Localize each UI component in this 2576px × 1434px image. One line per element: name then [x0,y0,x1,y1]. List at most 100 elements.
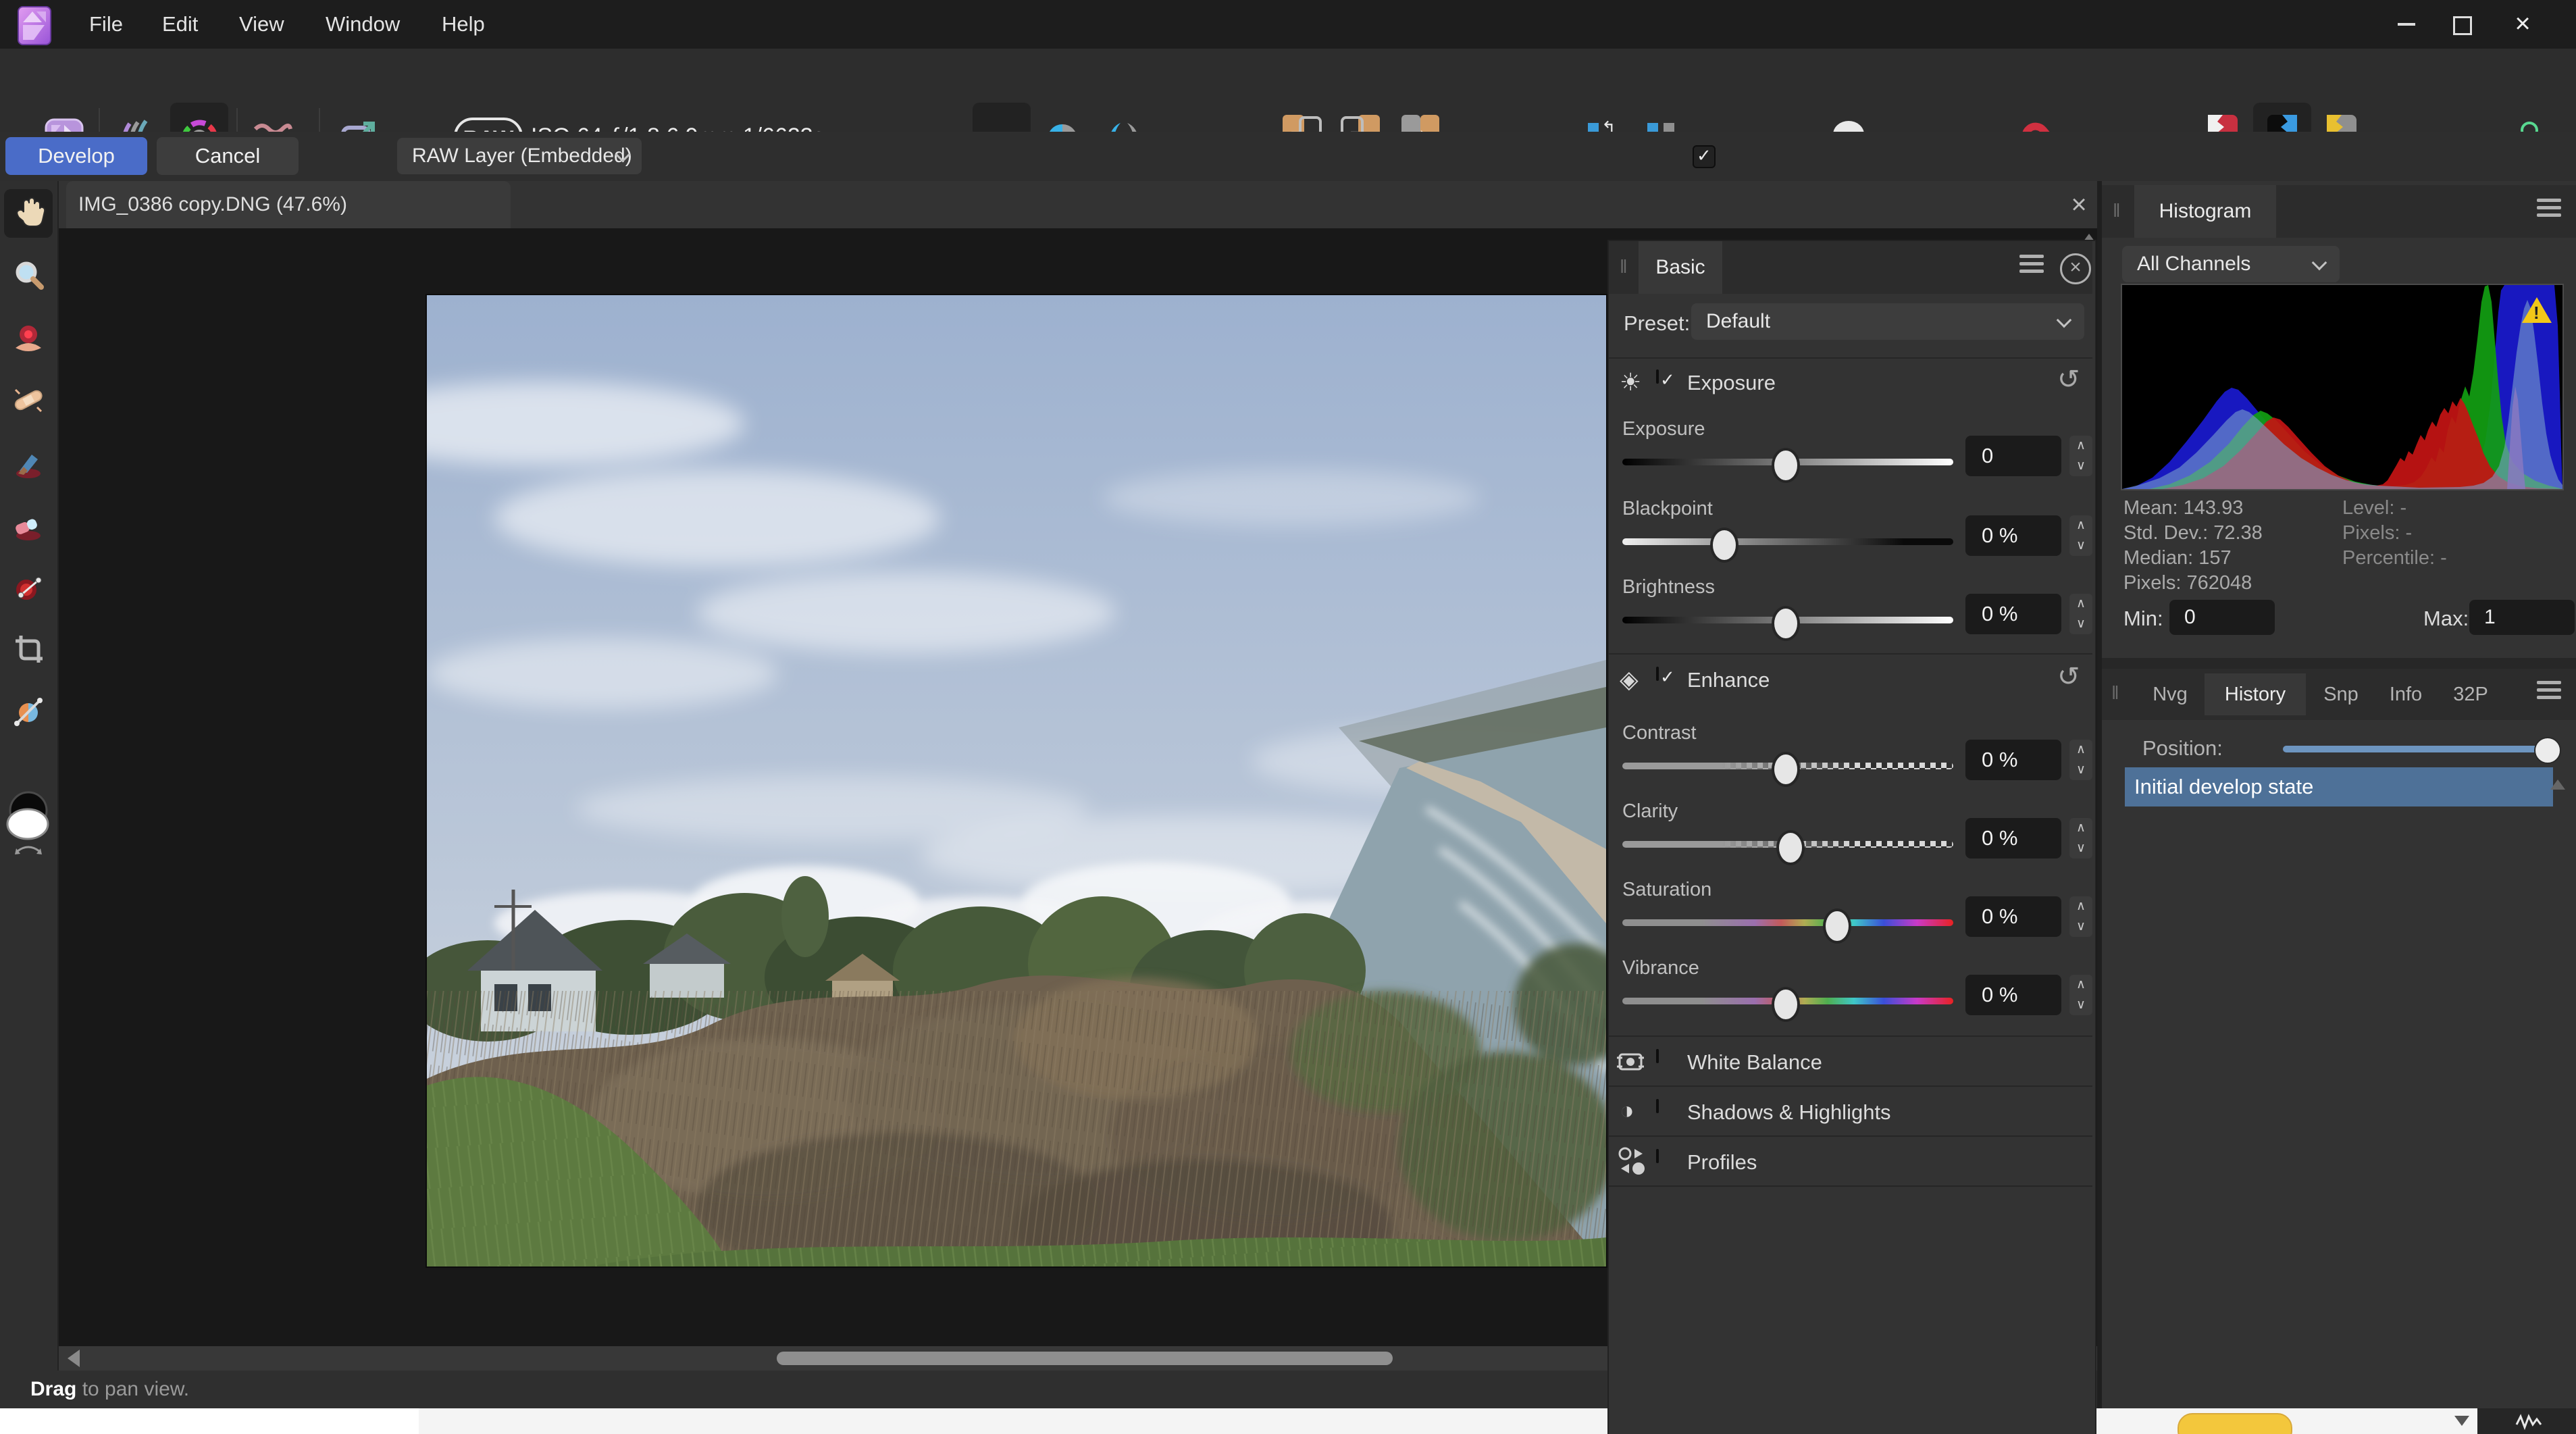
histogram-menu-icon[interactable] [2537,195,2561,221]
history-panel-header: ‖ Nvg History Snp Info 32P [2102,669,2576,720]
minimize-button[interactable] [2384,12,2431,36]
white-balance-section: White Balance [1609,1038,2092,1084]
main-toolbar: RAW ISO 64 ƒ/1.8 6.9mm 1/6623s ↻ ↻ [0,49,2576,133]
close-button[interactable]: × [2499,12,2546,36]
white-balance-label: White Balance [1687,1050,1822,1075]
menu-file[interactable]: File [84,0,128,49]
contrast-stepper[interactable]: ∧∨ [2069,740,2092,780]
color-swatches[interactable] [5,789,51,863]
menu-edit[interactable]: Edit [157,0,203,49]
tab-history[interactable]: History [2205,673,2306,715]
history-drag-handle[interactable]: ‖ [2111,682,2121,704]
enhance-reset-icon[interactable]: ↺ [2057,661,2080,692]
tab-basic[interactable]: Basic [1639,241,1722,294]
saturation-slider[interactable] [1622,919,1953,926]
crop-tool-icon[interactable] [4,624,53,673]
channels-dropdown[interactable]: All Channels [2122,246,2340,282]
position-slider[interactable] [2283,746,2550,752]
right-panel-column: ‖ Histogram All Channels Mean: 143.93 St… [2102,181,2576,1408]
panel-menu-icon[interactable] [2019,251,2044,277]
vibrance-stepper[interactable]: ∧∨ [2069,975,2092,1015]
exposure-reset-icon[interactable]: ↺ [2057,364,2080,395]
saturation-value[interactable]: 0 % [1965,896,2061,937]
contrast-value[interactable]: 0 % [1965,740,2061,780]
max-label: Max: [2423,607,2469,631]
profiles-section: Profiles [1609,1138,2092,1184]
red-eye-removal-tool-icon[interactable] [4,313,53,362]
menu-view[interactable]: View [234,0,290,49]
vibrance-value[interactable]: 0 % [1965,975,2061,1015]
max-input[interactable]: 1 [2469,600,2575,635]
menu-window[interactable]: Window [320,0,405,49]
tab-nvg[interactable]: Nvg [2140,673,2200,715]
maximize-button[interactable] [2438,12,2485,36]
zoom-tool-icon[interactable] [4,251,53,300]
blemish-removal-tool-icon[interactable] [4,376,53,424]
app-logo-icon [18,6,51,45]
blackpoint-value[interactable]: 0 % [1965,515,2061,556]
exposure-stepper[interactable]: ∧∨ [2069,436,2092,476]
status-hint: to pan view. [76,1378,189,1400]
position-slider-thumb[interactable] [2534,737,2561,764]
tab-32p[interactable]: 32P [2440,673,2502,715]
tool-rail [0,181,59,1408]
min-input[interactable]: 0 [2169,600,2275,635]
profiles-checkbox[interactable] [1656,1149,1659,1163]
exposure-slider[interactable] [1622,459,1953,465]
overlay-paint-tool-icon[interactable] [4,438,53,486]
white-balance-tool-icon[interactable] [4,686,53,735]
basic-panel-header: ‖ Basic × [1609,241,2092,294]
enhance-section-label: Enhance [1687,668,1770,692]
profiles-icon [1617,1146,1645,1176]
clarity-value[interactable]: 0 % [1965,818,2061,859]
background-corner-block [2477,1408,2576,1434]
shadows-highlights-checkbox[interactable] [1656,1099,1659,1113]
output-dropdown[interactable]: RAW Layer (Embedded) [397,138,642,174]
histogram-stats-left: Mean: 143.93 Std. Dev.: 72.38 Median: 15… [2123,497,2263,597]
status-drag: Drag [30,1378,76,1400]
saturation-stepper[interactable]: ∧∨ [2069,896,2092,937]
pan-tool-icon[interactable] [4,189,53,238]
blackpoint-stepper[interactable]: ∧∨ [2069,515,2092,556]
clarity-stepper[interactable]: ∧∨ [2069,818,2092,859]
photo-canvas[interactable] [427,295,1606,1266]
exposure-section-label: Exposure [1687,371,1776,395]
title-bar: File Edit View Window Help × [0,0,2576,49]
clarity-slider[interactable] [1622,841,1953,848]
history-item-selected[interactable]: Initial develop state [2125,767,2553,806]
tab-histogram[interactable]: Histogram [2134,185,2276,238]
show-all-layers-checkbox[interactable] [1693,145,1716,168]
develop-button[interactable]: Develop [5,137,147,175]
affinity-photo-develop-window: File Edit View Window Help × [0,0,2576,1434]
clipping-warning-icon [2522,297,2552,323]
preset-dropdown[interactable]: Default [1691,303,2084,340]
exposure-value[interactable]: 0 [1965,436,2061,476]
tab-snp[interactable]: Snp [2310,673,2372,715]
white-balance-icon [1617,1048,1644,1075]
history-scroll-up-icon[interactable] [2550,779,2565,790]
white-balance-checkbox[interactable] [1656,1049,1659,1063]
brightness-value[interactable]: 0 % [1965,594,2061,634]
develop-action-bar: Develop Cancel Output: RAW Layer (Embedd… [0,132,2576,182]
cancel-button[interactable]: Cancel [157,137,299,175]
blackpoint-slider[interactable] [1622,538,1953,545]
scroll-left-icon[interactable] [68,1350,80,1367]
menu-help[interactable]: Help [436,0,490,49]
exposure-enable-checkbox[interactable] [1656,369,1659,384]
brightness-slider[interactable] [1622,617,1953,623]
horizontal-scroll-thumb[interactable] [777,1352,1393,1365]
overlay-erase-tool-icon[interactable] [4,500,53,548]
overlay-gradient-tool-icon[interactable] [4,562,53,611]
contrast-slider[interactable] [1622,763,1953,769]
brightness-stepper[interactable]: ∧∨ [2069,594,2092,634]
history-menu-icon[interactable] [2537,677,2561,703]
vibrance-slider[interactable] [1622,998,1953,1004]
preset-label: Preset: [1624,311,1690,336]
panel-drag-handle[interactable]: ‖ [1620,256,1629,278]
document-close-icon[interactable]: × [2065,192,2092,219]
document-tab[interactable]: IMG_0386 copy.DNG (47.6%) [66,181,511,228]
panel-close-icon[interactable]: × [2060,253,2091,284]
enhance-enable-checkbox[interactable] [1656,667,1659,681]
tab-info[interactable]: Info [2376,673,2436,715]
histogram-drag-handle[interactable]: ‖ [2113,200,2122,222]
